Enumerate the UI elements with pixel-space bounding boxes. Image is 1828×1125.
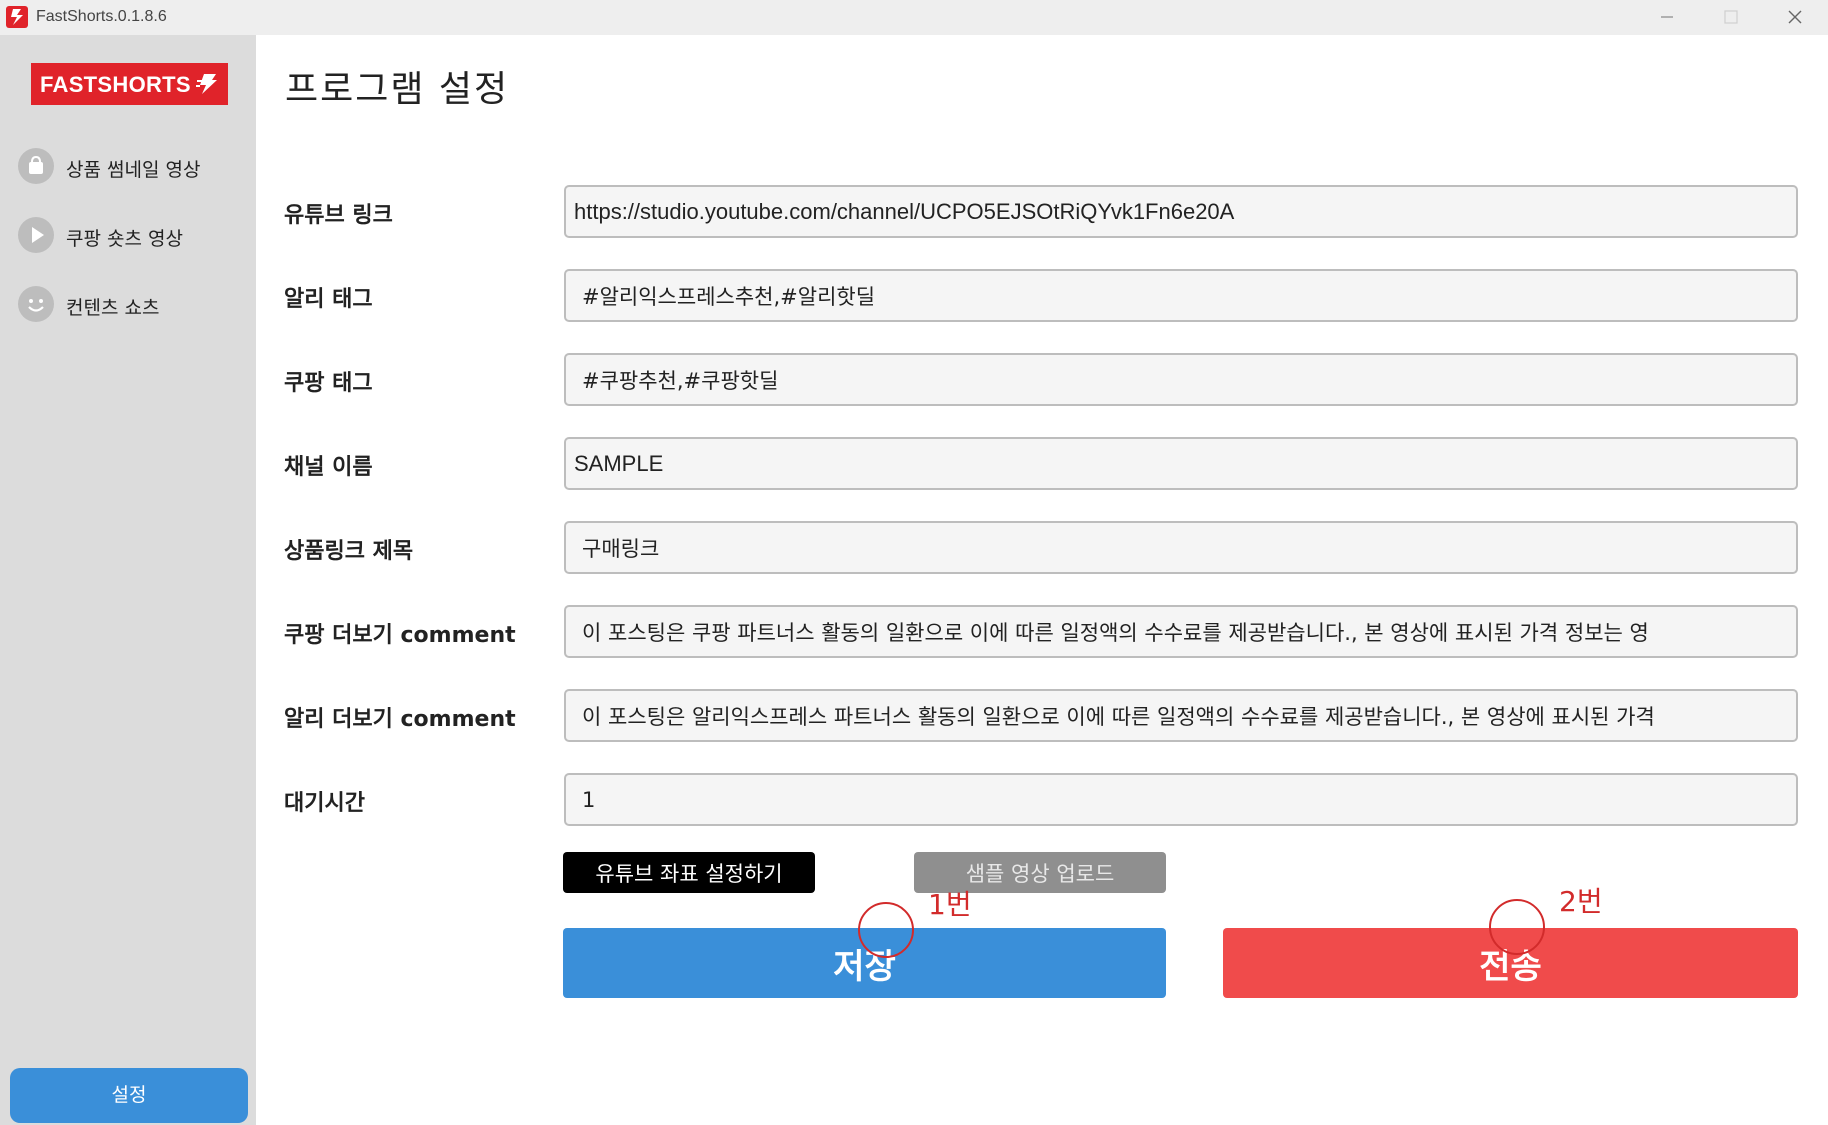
ali-tag-input[interactable] — [564, 269, 1798, 322]
title-bar: FastShorts.0.1.8.6 — [0, 0, 1828, 35]
coupang-tag-label: 쿠팡 태그 — [284, 371, 373, 396]
sidebar-item-label: 상품 썸네일 영상 — [66, 159, 201, 181]
sidebar-item-coupang-shorts[interactable]: 쿠팡 숏츠 영상 — [18, 214, 238, 254]
minimize-icon[interactable] — [1636, 0, 1698, 35]
sidebar: FASTSHORTS 상품 썸네일 영상 쿠팡 숏츠 영상 컨텐츠 쇼츠 설정 — [0, 35, 256, 1125]
product-link-title-input[interactable] — [564, 521, 1798, 574]
youtube-coords-button[interactable]: 유튜브 좌표 설정하기 — [563, 852, 815, 893]
channel-name-input[interactable] — [564, 437, 1798, 490]
logo-bolt-icon — [196, 74, 217, 94]
maximize-icon[interactable] — [1700, 0, 1762, 35]
ali-tag-label: 알리 태그 — [284, 287, 373, 312]
play-icon — [18, 217, 54, 253]
annotation-label-1: 1번 — [928, 888, 972, 921]
annotation-circle-2 — [1489, 899, 1545, 955]
coupang-tag-input[interactable] — [564, 353, 1798, 406]
shopping-bag-icon — [18, 148, 54, 184]
sidebar-item-product-thumbnail[interactable]: 상품 썸네일 영상 — [18, 145, 238, 185]
coupang-comment-input[interactable] — [564, 605, 1798, 658]
annotation-circle-1 — [858, 902, 914, 958]
page-title: 프로그램 설정 — [285, 69, 510, 110]
ali-comment-input[interactable] — [564, 689, 1798, 742]
wait-time-input[interactable] — [564, 773, 1798, 826]
youtube-link-label: 유튜브 링크 — [284, 203, 393, 228]
sidebar-item-content-shorts[interactable]: 컨텐츠 쇼츠 — [18, 283, 238, 323]
fastshorts-logo: FASTSHORTS — [31, 63, 228, 105]
wait-time-label: 대기시간 — [284, 791, 365, 816]
ali-comment-label: 알리 더보기 comment — [284, 707, 516, 732]
close-icon[interactable] — [1764, 0, 1826, 35]
logo-text: FASTSHORTS — [40, 72, 191, 97]
annotation-label-2: 2번 — [1559, 885, 1603, 918]
channel-name-label: 채널 이름 — [284, 455, 373, 480]
app-logo-icon — [6, 6, 28, 28]
window-title: FastShorts.0.1.8.6 — [36, 8, 167, 25]
settings-button[interactable]: 설정 — [10, 1068, 248, 1123]
sidebar-item-label: 컨텐츠 쇼츠 — [66, 297, 160, 319]
youtube-link-input[interactable] — [564, 185, 1798, 238]
smiley-icon — [18, 286, 54, 322]
coupang-comment-label: 쿠팡 더보기 comment — [284, 623, 516, 648]
product-link-title-label: 상품링크 제목 — [284, 539, 414, 564]
sidebar-item-label: 쿠팡 숏츠 영상 — [66, 228, 183, 250]
